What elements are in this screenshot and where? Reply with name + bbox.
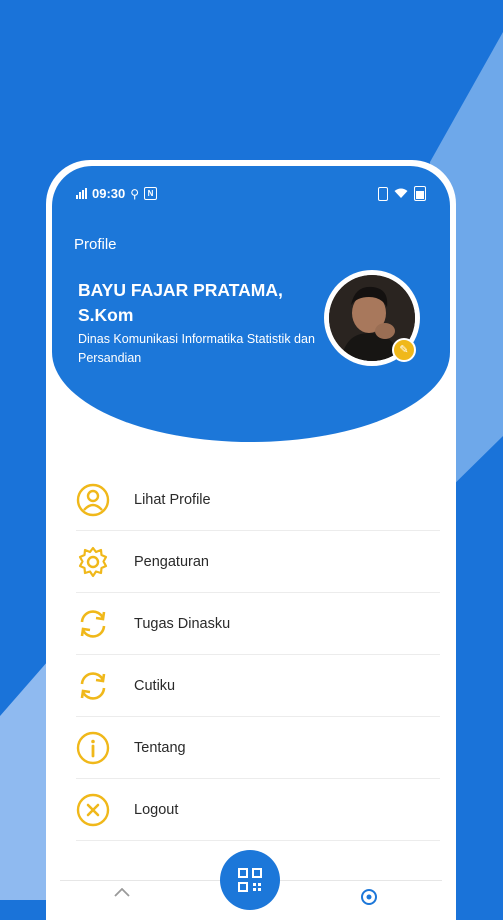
user-department: Dinas Komunikasi Informatika Statistik d… (78, 332, 315, 365)
avatar[interactable]: ✎ (324, 270, 420, 366)
menu-item-lihat-profile[interactable]: Lihat Profile (76, 469, 440, 531)
qr-code-icon (238, 868, 262, 892)
profile-menu: Lihat Profile Pengaturan Tugas Dinasku C… (76, 469, 440, 841)
battery-icon (414, 186, 426, 201)
home-icon[interactable] (114, 888, 130, 904)
page-title: Profile (74, 236, 117, 253)
profile-header: 09:30 ⚲ N Profile BAYU FAJAR PRATAMA, S.… (52, 166, 450, 442)
wifi-icon (394, 188, 408, 198)
menu-item-label: Logout (134, 801, 179, 818)
menu-item-label: Pengaturan (134, 553, 209, 570)
close-circle-icon (76, 793, 110, 826)
info-icon (76, 731, 110, 764)
menu-item-logout[interactable]: Logout (76, 779, 440, 841)
menu-item-cutiku[interactable]: Cutiku (76, 655, 440, 717)
phone-frame: 09:30 ⚲ N Profile BAYU FAJAR PRATAMA, S.… (46, 160, 456, 920)
edit-icon[interactable]: ✎ (392, 338, 416, 362)
qr-scan-button[interactable] (220, 850, 280, 910)
vibrate-icon (378, 186, 388, 201)
user-name: BAYU FAJAR PRATAMA, S.Kom (78, 280, 283, 325)
usb-icon: ⚲ (130, 186, 140, 201)
refresh-icon (80, 671, 106, 700)
gear-icon (78, 546, 108, 577)
menu-item-label: Cutiku (134, 677, 176, 694)
menu-item-label: Tugas Dinasku (134, 615, 231, 632)
menu-item-tentang[interactable]: Tentang (76, 717, 440, 779)
profile-nav-icon[interactable] (360, 888, 378, 906)
status-bar: 09:30 ⚲ N (52, 186, 450, 206)
menu-item-tugas-dinasku[interactable]: Tugas Dinasku (76, 593, 440, 655)
refresh-icon (80, 609, 106, 638)
nfc-icon: N (144, 187, 158, 200)
signal-icon (76, 188, 87, 199)
status-time: 09:30 (92, 186, 126, 201)
menu-item-label: Lihat Profile (134, 491, 211, 508)
user-circle-icon (76, 483, 110, 516)
menu-item-pengaturan[interactable]: Pengaturan (76, 531, 440, 593)
menu-item-label: Tentang (134, 739, 186, 756)
